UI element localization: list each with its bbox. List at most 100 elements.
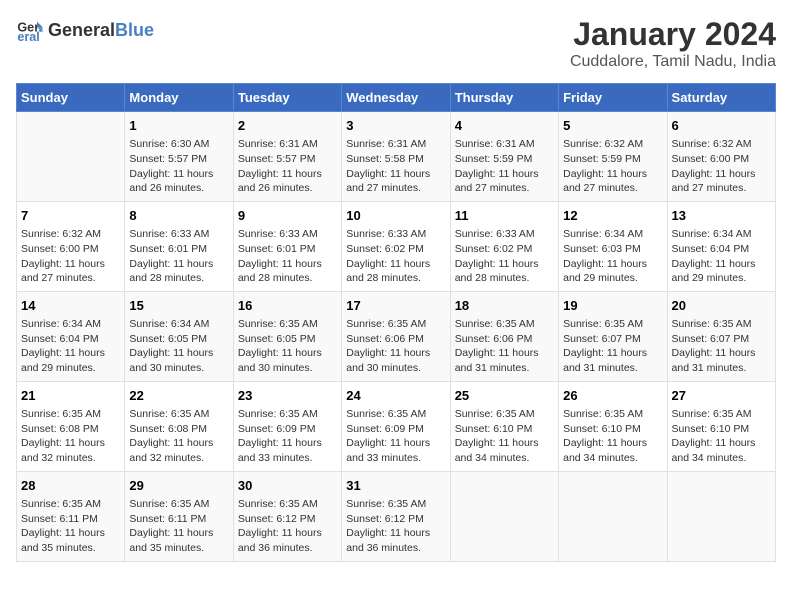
day-info: Sunrise: 6:34 AM bbox=[129, 317, 228, 332]
day-number: 30 bbox=[238, 477, 337, 495]
day-info: Sunset: 6:12 PM bbox=[346, 512, 445, 527]
calendar-cell bbox=[17, 112, 125, 202]
day-number: 11 bbox=[455, 207, 554, 225]
day-info: and 30 minutes. bbox=[346, 361, 445, 376]
day-info: and 27 minutes. bbox=[672, 181, 771, 196]
day-info: Sunrise: 6:35 AM bbox=[129, 497, 228, 512]
day-info: Sunrise: 6:35 AM bbox=[455, 407, 554, 422]
day-info: and 35 minutes. bbox=[21, 541, 120, 556]
subtitle: Cuddalore, Tamil Nadu, India bbox=[570, 53, 776, 71]
calendar-cell bbox=[559, 471, 667, 561]
day-number: 5 bbox=[563, 117, 662, 135]
day-info: and 28 minutes. bbox=[455, 271, 554, 286]
day-info: Daylight: 11 hours bbox=[346, 436, 445, 451]
day-number: 19 bbox=[563, 297, 662, 315]
day-info: and 27 minutes. bbox=[21, 271, 120, 286]
calendar-cell: 23Sunrise: 6:35 AMSunset: 6:09 PMDayligh… bbox=[233, 381, 341, 471]
logo: Gen eral GeneralBlue bbox=[16, 16, 154, 44]
day-number: 4 bbox=[455, 117, 554, 135]
day-info: Sunset: 5:59 PM bbox=[563, 152, 662, 167]
day-info: Sunset: 6:04 PM bbox=[21, 332, 120, 347]
day-number: 10 bbox=[346, 207, 445, 225]
calendar-cell: 1Sunrise: 6:30 AMSunset: 5:57 PMDaylight… bbox=[125, 112, 233, 202]
day-info: Sunset: 6:05 PM bbox=[238, 332, 337, 347]
calendar-cell bbox=[667, 471, 775, 561]
day-info: Sunrise: 6:32 AM bbox=[672, 137, 771, 152]
day-info: and 29 minutes. bbox=[563, 271, 662, 286]
day-number: 22 bbox=[129, 387, 228, 405]
day-info: Daylight: 11 hours bbox=[238, 346, 337, 361]
calendar-cell bbox=[450, 471, 558, 561]
day-info: and 27 minutes. bbox=[563, 181, 662, 196]
main-title: January 2024 bbox=[570, 16, 776, 53]
day-info: Sunset: 6:04 PM bbox=[672, 242, 771, 257]
day-info: and 33 minutes. bbox=[238, 451, 337, 466]
day-info: Sunset: 6:00 PM bbox=[21, 242, 120, 257]
day-info: Sunrise: 6:34 AM bbox=[672, 227, 771, 242]
day-info: Daylight: 11 hours bbox=[129, 257, 228, 272]
logo-icon: Gen eral bbox=[16, 16, 44, 44]
day-info: Sunset: 6:11 PM bbox=[129, 512, 228, 527]
day-number: 13 bbox=[672, 207, 771, 225]
day-info: and 28 minutes. bbox=[129, 271, 228, 286]
day-info: Sunset: 5:59 PM bbox=[455, 152, 554, 167]
day-info: and 26 minutes. bbox=[238, 181, 337, 196]
day-info: Sunset: 6:01 PM bbox=[238, 242, 337, 257]
day-number: 20 bbox=[672, 297, 771, 315]
header-sunday: Sunday bbox=[17, 84, 125, 112]
day-info: Sunset: 6:10 PM bbox=[672, 422, 771, 437]
day-number: 29 bbox=[129, 477, 228, 495]
day-info: Daylight: 11 hours bbox=[563, 436, 662, 451]
calendar-cell: 25Sunrise: 6:35 AMSunset: 6:10 PMDayligh… bbox=[450, 381, 558, 471]
day-info: Daylight: 11 hours bbox=[129, 346, 228, 361]
day-info: Sunset: 5:57 PM bbox=[129, 152, 228, 167]
day-info: Sunrise: 6:35 AM bbox=[346, 407, 445, 422]
day-info: Sunrise: 6:35 AM bbox=[563, 407, 662, 422]
calendar-cell: 28Sunrise: 6:35 AMSunset: 6:11 PMDayligh… bbox=[17, 471, 125, 561]
header-thursday: Thursday bbox=[450, 84, 558, 112]
calendar-cell: 15Sunrise: 6:34 AMSunset: 6:05 PMDayligh… bbox=[125, 291, 233, 381]
calendar-cell: 14Sunrise: 6:34 AMSunset: 6:04 PMDayligh… bbox=[17, 291, 125, 381]
day-info: Sunset: 6:08 PM bbox=[21, 422, 120, 437]
day-info: Sunset: 6:08 PM bbox=[129, 422, 228, 437]
day-info: Daylight: 11 hours bbox=[672, 346, 771, 361]
day-number: 18 bbox=[455, 297, 554, 315]
day-number: 3 bbox=[346, 117, 445, 135]
day-info: Sunrise: 6:35 AM bbox=[563, 317, 662, 332]
calendar-cell: 7Sunrise: 6:32 AMSunset: 6:00 PMDaylight… bbox=[17, 201, 125, 291]
day-info: Sunrise: 6:35 AM bbox=[21, 407, 120, 422]
day-info: Sunrise: 6:33 AM bbox=[346, 227, 445, 242]
calendar-cell: 17Sunrise: 6:35 AMSunset: 6:06 PMDayligh… bbox=[342, 291, 450, 381]
calendar-cell: 12Sunrise: 6:34 AMSunset: 6:03 PMDayligh… bbox=[559, 201, 667, 291]
day-info: Sunrise: 6:32 AM bbox=[21, 227, 120, 242]
day-number: 26 bbox=[563, 387, 662, 405]
day-number: 9 bbox=[238, 207, 337, 225]
day-info: Daylight: 11 hours bbox=[21, 436, 120, 451]
calendar-cell: 3Sunrise: 6:31 AMSunset: 5:58 PMDaylight… bbox=[342, 112, 450, 202]
calendar-cell: 27Sunrise: 6:35 AMSunset: 6:10 PMDayligh… bbox=[667, 381, 775, 471]
day-info: Sunrise: 6:30 AM bbox=[129, 137, 228, 152]
day-info: Sunrise: 6:33 AM bbox=[455, 227, 554, 242]
day-info: Sunrise: 6:35 AM bbox=[238, 317, 337, 332]
day-info: and 28 minutes. bbox=[238, 271, 337, 286]
calendar-cell: 18Sunrise: 6:35 AMSunset: 6:06 PMDayligh… bbox=[450, 291, 558, 381]
calendar-cell: 24Sunrise: 6:35 AMSunset: 6:09 PMDayligh… bbox=[342, 381, 450, 471]
day-info: Daylight: 11 hours bbox=[563, 167, 662, 182]
day-info: and 27 minutes. bbox=[346, 181, 445, 196]
day-info: Sunrise: 6:35 AM bbox=[672, 407, 771, 422]
calendar-cell: 20Sunrise: 6:35 AMSunset: 6:07 PMDayligh… bbox=[667, 291, 775, 381]
day-info: and 31 minutes. bbox=[563, 361, 662, 376]
calendar-cell: 22Sunrise: 6:35 AMSunset: 6:08 PMDayligh… bbox=[125, 381, 233, 471]
day-number: 23 bbox=[238, 387, 337, 405]
day-info: Daylight: 11 hours bbox=[563, 346, 662, 361]
day-info: Daylight: 11 hours bbox=[238, 167, 337, 182]
calendar-cell: 6Sunrise: 6:32 AMSunset: 6:00 PMDaylight… bbox=[667, 112, 775, 202]
day-info: Sunrise: 6:35 AM bbox=[346, 317, 445, 332]
day-info: Sunset: 6:11 PM bbox=[21, 512, 120, 527]
calendar-cell: 21 Sunrise: 6:35 AMSunset: 6:08 PMDayligh… bbox=[17, 381, 125, 471]
day-number: 7 bbox=[21, 207, 120, 225]
day-info: Daylight: 11 hours bbox=[346, 257, 445, 272]
day-info: Daylight: 11 hours bbox=[455, 257, 554, 272]
calendar-cell: 13Sunrise: 6:34 AMSunset: 6:04 PMDayligh… bbox=[667, 201, 775, 291]
day-number: 21 bbox=[21, 387, 120, 405]
